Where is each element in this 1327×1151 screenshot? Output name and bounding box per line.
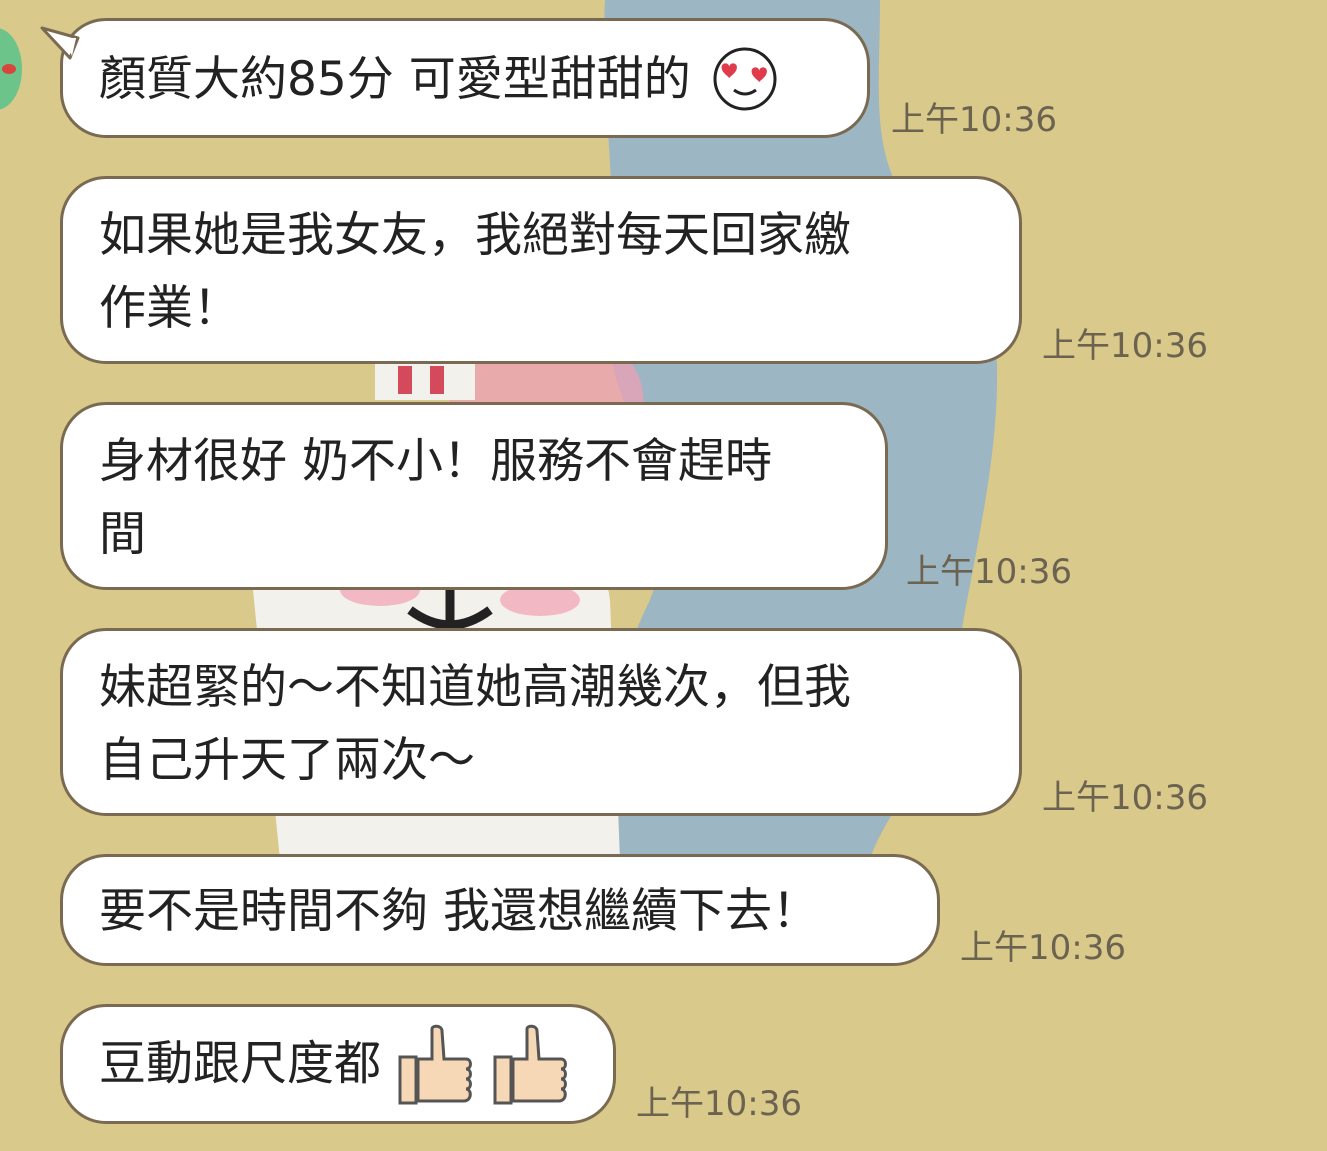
message-timestamp: 上午10:36 (891, 100, 1057, 140)
message-text: 如果她是我女友，我絕對每天回家繳 (99, 208, 851, 263)
message-bubble[interactable]: 要不是時間不夠 我還想繼續下去！ (60, 854, 940, 966)
message-text: 豆動跟尺度都 (99, 1036, 381, 1092)
bubble-tail (40, 26, 80, 60)
thumbs-up-icon (493, 1024, 567, 1105)
message-bubble[interactable]: 如果她是我女友，我絕對每天回家繳 作業！ (60, 176, 1022, 364)
message-bubble[interactable]: 妹超緊的～不知道她高潮幾次，但我 自己升天了兩次～ (60, 628, 1022, 816)
message-timestamp: 上午10:36 (906, 552, 1072, 592)
message-text: 顏質大約85分 可愛型甜甜的 (99, 52, 691, 107)
message-text: 妹超緊的～不知道她高潮幾次，但我 (99, 660, 851, 715)
message-timestamp: 上午10:36 (1042, 778, 1208, 818)
message-timestamp: 上午10:36 (960, 928, 1126, 968)
message-bubble[interactable]: 顏質大約85分 可愛型甜甜的 (60, 18, 870, 138)
message-text: 自己升天了兩次～ (99, 733, 475, 788)
message-timestamp: 上午10:36 (1042, 326, 1208, 366)
message-timestamp: 上午10:36 (636, 1084, 802, 1124)
thumbs-up-icon (398, 1024, 472, 1105)
message-text: 作業！ (99, 281, 240, 336)
message-text: 要不是時間不夠 我還想繼續下去！ (99, 884, 819, 939)
message-text: 間 (99, 507, 146, 562)
message-bubble[interactable]: 身材很好 奶不小！服務不會趕時 間 (60, 402, 888, 590)
heart-eyes-face-icon (713, 47, 777, 110)
message-text: 身材很好 奶不小！服務不會趕時 (99, 434, 772, 489)
message-bubble[interactable]: 豆動跟尺度都 (60, 1004, 616, 1124)
